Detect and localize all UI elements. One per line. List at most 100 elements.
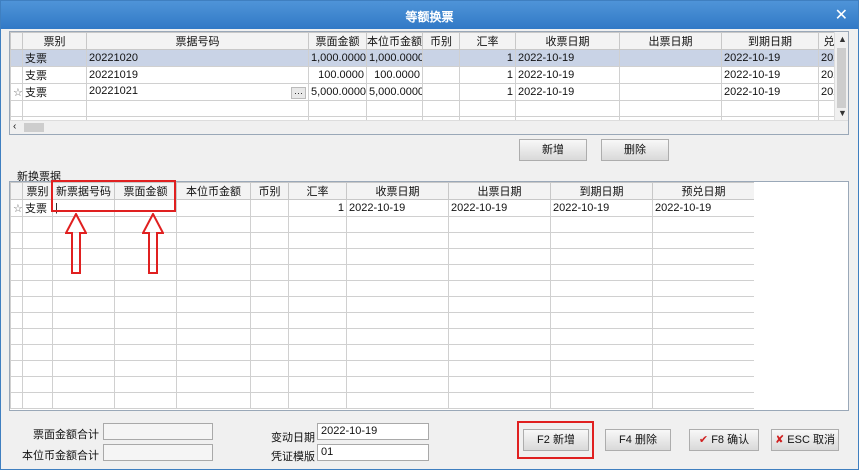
cell-expected-date[interactable]: 2022-10-19 <box>652 199 755 217</box>
cell-currency[interactable] <box>422 49 460 67</box>
add-bill-button[interactable]: 新增 <box>519 139 587 161</box>
horizontal-scrollbar[interactable]: ‹ <box>10 120 848 134</box>
col-header-received-date[interactable]: 收票日期 <box>346 182 449 200</box>
scroll-left-icon[interactable]: ‹ <box>13 121 16 132</box>
row-indicator-header <box>10 32 23 50</box>
cell-received-date[interactable]: 2022-10-19 <box>515 83 620 101</box>
cell-number[interactable]: 20221019 <box>86 66 309 84</box>
cell-base-amount[interactable]: 5,000.0000 <box>366 83 423 101</box>
base-total-field <box>103 444 213 461</box>
cell-type[interactable]: 支票 <box>22 83 87 101</box>
cell-currency[interactable] <box>250 199 289 217</box>
cell-type[interactable]: 支票 <box>22 49 87 67</box>
empty-row <box>10 264 755 281</box>
cell-rate[interactable]: 1 <box>288 199 347 217</box>
cell-base-amount[interactable]: 1,000.0000 <box>366 49 423 67</box>
cell-face-amount[interactable]: 5,000.0000 <box>308 83 367 101</box>
voucher-template-field[interactable]: 01 <box>317 444 429 461</box>
cell-type[interactable]: 支票 <box>22 199 53 217</box>
col-header-expected-date[interactable]: 预兑日期 <box>652 182 755 200</box>
empty-row <box>10 360 755 377</box>
cell-issue-date[interactable] <box>619 49 722 67</box>
empty-row <box>10 100 848 117</box>
col-header-base-amount[interactable]: 本位币金额 <box>366 32 423 50</box>
scroll-down-icon[interactable]: ▼ <box>838 108 847 118</box>
vertical-scrollbar[interactable]: ▲ ▼ <box>834 32 848 120</box>
cross-icon: ✘ <box>775 434 785 446</box>
col-header-rate[interactable]: 汇率 <box>459 32 516 50</box>
cell-rate[interactable]: 1 <box>459 49 516 67</box>
cell-received-date[interactable]: 2022-10-19 <box>346 199 449 217</box>
col-header-face-amount[interactable]: 票面金额 <box>308 32 367 50</box>
cell-type[interactable]: 支票 <box>22 66 87 84</box>
up-arrow-icon <box>142 213 164 274</box>
f8-confirm-button[interactable]: ✔ F8 确认 <box>689 429 759 451</box>
cell-due-date[interactable]: 2022-10-19 <box>550 199 653 217</box>
cell-currency[interactable] <box>422 83 460 101</box>
change-date-field[interactable]: 2022-10-19 <box>317 423 429 440</box>
grid-empty-space <box>754 182 848 410</box>
cell-due-date[interactable]: 2022-10-19 <box>721 66 819 84</box>
col-header-due-date[interactable]: 到期日期 <box>721 32 819 50</box>
cell-due-date[interactable]: 2022-10-19 <box>721 49 819 67</box>
window-title: 等额换票 <box>405 10 454 24</box>
scroll-thumb[interactable] <box>837 48 846 108</box>
empty-row <box>10 344 755 361</box>
cell-received-date[interactable]: 2022-10-19 <box>515 66 620 84</box>
star-icon: ☆ <box>10 83 23 101</box>
ellipsis-button[interactable]: ··· <box>291 87 306 99</box>
existing-bills-grid[interactable]: 票别 票据号码 票面金额 本位币金额 币别 汇率 收票日期 出票日期 到期日期 … <box>9 31 849 135</box>
empty-row <box>10 232 755 249</box>
col-header-rate[interactable]: 汇率 <box>288 182 347 200</box>
row-indicator-header <box>10 182 23 200</box>
col-header-type[interactable]: 票别 <box>22 32 87 50</box>
cell-rate[interactable]: 1 <box>459 66 516 84</box>
col-header-base-amount[interactable]: 本位币金额 <box>176 182 251 200</box>
empty-row <box>10 376 755 393</box>
table-row[interactable]: 支票 20221019 100.0000 100.0000 1 2022-10-… <box>10 66 848 84</box>
table-row[interactable]: ☆ 支票 20221021 ··· 5,000.0000 5,000.0000 … <box>10 83 848 101</box>
col-header-issue-date[interactable]: 出票日期 <box>619 32 722 50</box>
cell-number[interactable]: 20221021 ··· <box>86 83 309 101</box>
cell-number-text: 20221019 <box>89 69 138 81</box>
esc-cancel-button[interactable]: ✘ ESC 取消 <box>771 429 839 451</box>
cell-rate[interactable]: 1 <box>459 83 516 101</box>
empty-row <box>10 280 755 297</box>
col-header-currency[interactable]: 币别 <box>422 32 460 50</box>
hscroll-thumb[interactable] <box>24 123 44 132</box>
f2-add-button[interactable]: F2 新增 <box>523 429 589 451</box>
voucher-template-label: 凭证模版 <box>271 451 315 463</box>
new-bills-grid[interactable]: 票别 新票据号码 票面金额 本位币金额 币别 汇率 收票日期 出票日期 到期日期… <box>9 181 849 411</box>
delete-bill-button[interactable]: 删除 <box>601 139 669 161</box>
cell-received-date[interactable]: 2022-10-19 <box>515 49 620 67</box>
col-header-due-date[interactable]: 到期日期 <box>550 182 653 200</box>
cell-due-date[interactable]: 2022-10-19 <box>721 83 819 101</box>
exchange-dialog: 等额换票 ✕ 票别 票据号码 票面金额 本位币金额 币别 汇率 收票日期 出票日… <box>0 0 859 470</box>
up-arrow-icon <box>65 213 87 274</box>
check-icon: ✔ <box>698 434 709 446</box>
cell-number-text: 20221021 <box>89 85 138 97</box>
col-header-received-date[interactable]: 收票日期 <box>515 32 620 50</box>
col-header-type[interactable]: 票别 <box>22 182 53 200</box>
col-header-number[interactable]: 票据号码 <box>86 32 309 50</box>
cell-number[interactable]: 20221020 <box>86 49 309 67</box>
cell-currency[interactable] <box>422 66 460 84</box>
cell-issue-date[interactable] <box>619 66 722 84</box>
table-row[interactable]: 支票 20221020 1,000.0000 1,000.0000 1 2022… <box>10 49 848 67</box>
cell-face-amount[interactable]: 100.0000 <box>308 66 367 84</box>
cell-issue-date[interactable] <box>619 83 722 101</box>
cell-base-amount[interactable] <box>176 199 251 217</box>
empty-row <box>10 392 755 409</box>
star-icon: ☆ <box>10 199 23 217</box>
scroll-up-icon[interactable]: ▲ <box>838 34 847 44</box>
col-header-issue-date[interactable]: 出票日期 <box>448 182 551 200</box>
cell-face-amount[interactable]: 1,000.0000 <box>308 49 367 67</box>
col-header-currency[interactable]: 币别 <box>250 182 289 200</box>
empty-row <box>10 328 755 345</box>
f4-delete-button[interactable]: F4 删除 <box>605 429 671 451</box>
cell-base-amount[interactable]: 100.0000 <box>366 66 423 84</box>
close-icon[interactable]: ✕ <box>835 5 848 25</box>
empty-row <box>10 248 755 265</box>
cell-issue-date[interactable]: 2022-10-19 <box>448 199 551 217</box>
face-total-label: 票面金额合计 <box>33 429 99 441</box>
